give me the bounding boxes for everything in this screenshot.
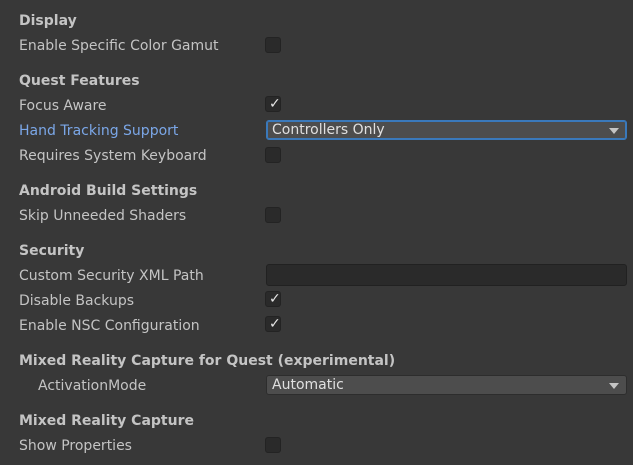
enable-color-gamut-label: Enable Specific Color Gamut — [19, 38, 219, 54]
activation-mode-value: Automatic — [272, 377, 344, 393]
disable-backups-label: Disable Backups — [19, 293, 134, 309]
checkmark-icon: ✓ — [269, 291, 281, 307]
checkmark-icon: ✓ — [269, 96, 281, 112]
section-header-mrc: Mixed Reality Capture — [19, 413, 194, 429]
system-keyboard-checkbox[interactable] — [265, 147, 281, 163]
focus-aware-label: Focus Aware — [19, 98, 107, 114]
enable-color-gamut-checkbox[interactable] — [265, 37, 281, 53]
section-header-security: Security — [19, 243, 85, 259]
xml-path-input[interactable] — [266, 264, 627, 286]
checkmark-icon: ✓ — [269, 316, 281, 332]
activation-mode-label: ActivationMode — [38, 378, 147, 394]
xml-path-label: Custom Security XML Path — [19, 268, 204, 284]
nsc-checkbox[interactable]: ✓ — [265, 316, 281, 332]
section-header-quest-features: Quest Features — [19, 73, 140, 89]
chevron-down-icon — [609, 383, 619, 389]
section-header-display: Display — [19, 13, 77, 29]
section-header-mrc-quest: Mixed Reality Capture for Quest (experim… — [19, 353, 396, 369]
system-keyboard-label: Requires System Keyboard — [19, 148, 207, 164]
hand-tracking-dropdown[interactable]: Controllers Only — [266, 120, 627, 140]
show-properties-checkbox[interactable] — [265, 437, 281, 453]
hand-tracking-value: Controllers Only — [272, 122, 385, 138]
focus-aware-checkbox[interactable]: ✓ — [265, 96, 281, 112]
skip-shaders-checkbox[interactable] — [265, 207, 281, 223]
disable-backups-checkbox[interactable]: ✓ — [265, 291, 281, 307]
section-header-android-build: Android Build Settings — [19, 183, 198, 199]
skip-shaders-label: Skip Unneeded Shaders — [19, 208, 187, 224]
show-properties-label: Show Properties — [19, 438, 132, 454]
nsc-label: Enable NSC Configuration — [19, 318, 200, 334]
activation-mode-dropdown[interactable]: Automatic — [266, 375, 627, 395]
chevron-down-icon — [609, 128, 619, 134]
hand-tracking-label: Hand Tracking Support — [19, 123, 179, 139]
